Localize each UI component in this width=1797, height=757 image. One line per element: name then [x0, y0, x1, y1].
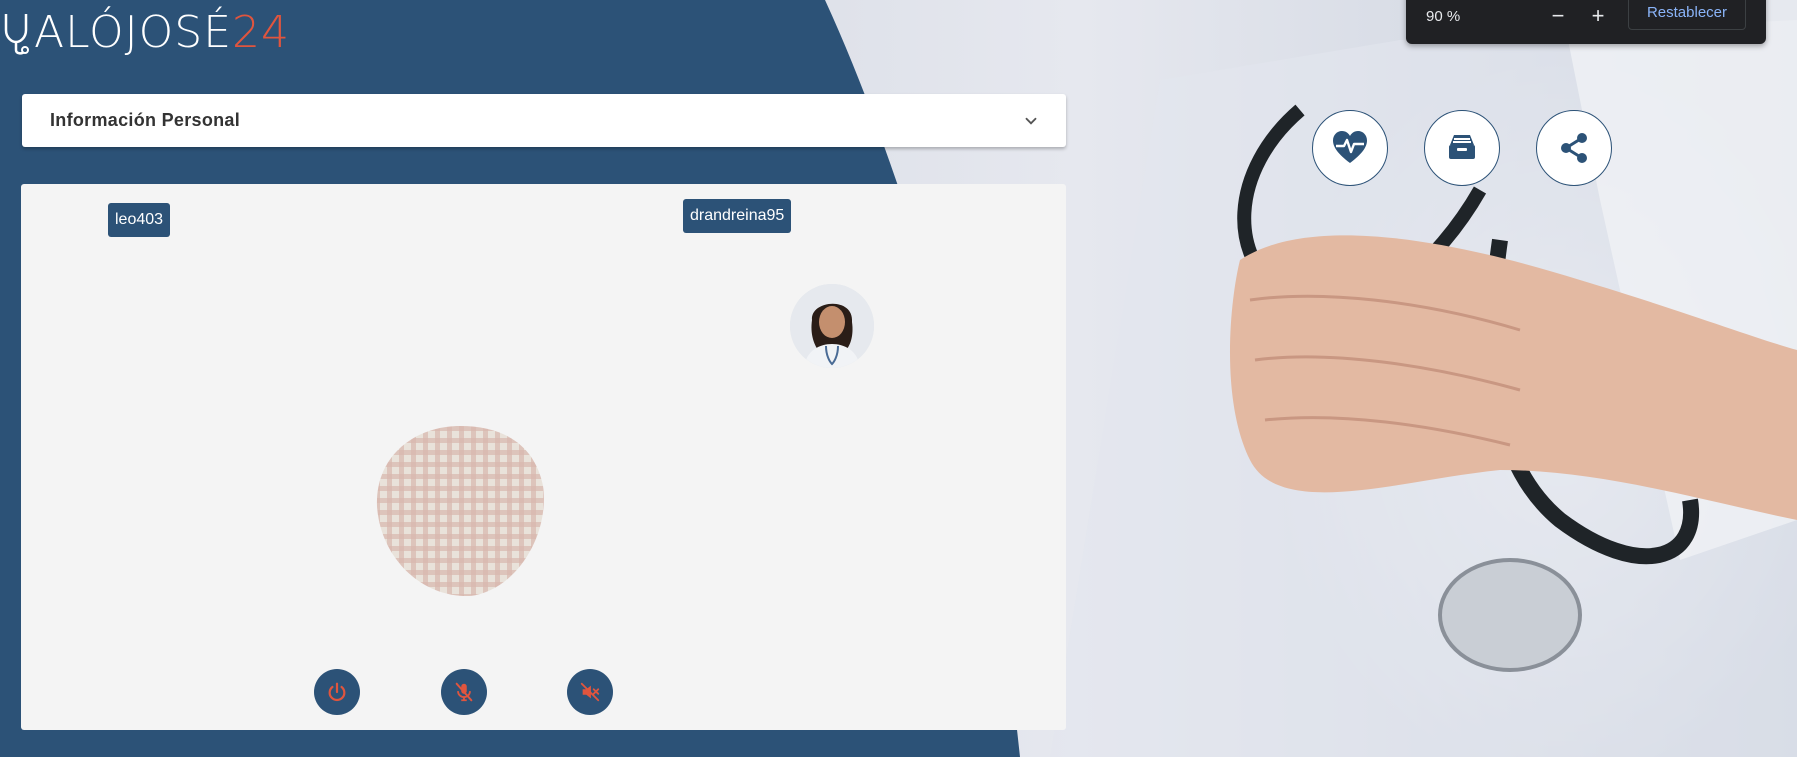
video-call-panel: leo403 drandreina95 [21, 184, 1066, 730]
browser-zoom-popup: 90 % − + Restablecer [1406, 0, 1766, 44]
chevron-down-icon[interactable] [1022, 112, 1040, 130]
logo-letters: ALÓJOSÉ [34, 6, 233, 58]
zoom-in-button[interactable]: + [1584, 2, 1612, 30]
share-button[interactable] [1536, 110, 1612, 186]
remote-user-avatar [790, 284, 874, 368]
remote-user-tag: drandreina95 [683, 199, 792, 233]
logo-number: 24 [232, 6, 291, 58]
personal-info-accordion[interactable]: Información Personal [22, 94, 1066, 147]
zoom-level: 90 % [1426, 8, 1461, 25]
brand-logo[interactable]: ALÓJOSÉ24 [0, 2, 290, 62]
archive-icon [1449, 135, 1475, 159]
call-controls [21, 669, 1066, 715]
logo-text: ALÓJOSÉ24 [34, 7, 290, 58]
local-user-tag: leo403 [108, 203, 171, 237]
zoom-reset-button[interactable]: Restablecer [1628, 0, 1746, 30]
accordion-title: Información Personal [50, 110, 241, 130]
stethoscope-logo-icon [4, 14, 29, 55]
archive-button[interactable] [1424, 110, 1500, 186]
speaker-off-icon [580, 682, 600, 702]
share-icon [1561, 133, 1587, 163]
power-icon [328, 682, 346, 702]
local-video-feed [376, 426, 544, 596]
hangup-button[interactable] [314, 669, 360, 715]
mute-mic-button[interactable] [441, 669, 487, 715]
mic-off-icon [455, 682, 473, 702]
health-record-button[interactable] [1312, 110, 1388, 186]
zoom-out-button[interactable]: − [1544, 2, 1572, 30]
heart-pulse-icon [1333, 131, 1367, 163]
mute-speaker-button[interactable] [567, 669, 613, 715]
